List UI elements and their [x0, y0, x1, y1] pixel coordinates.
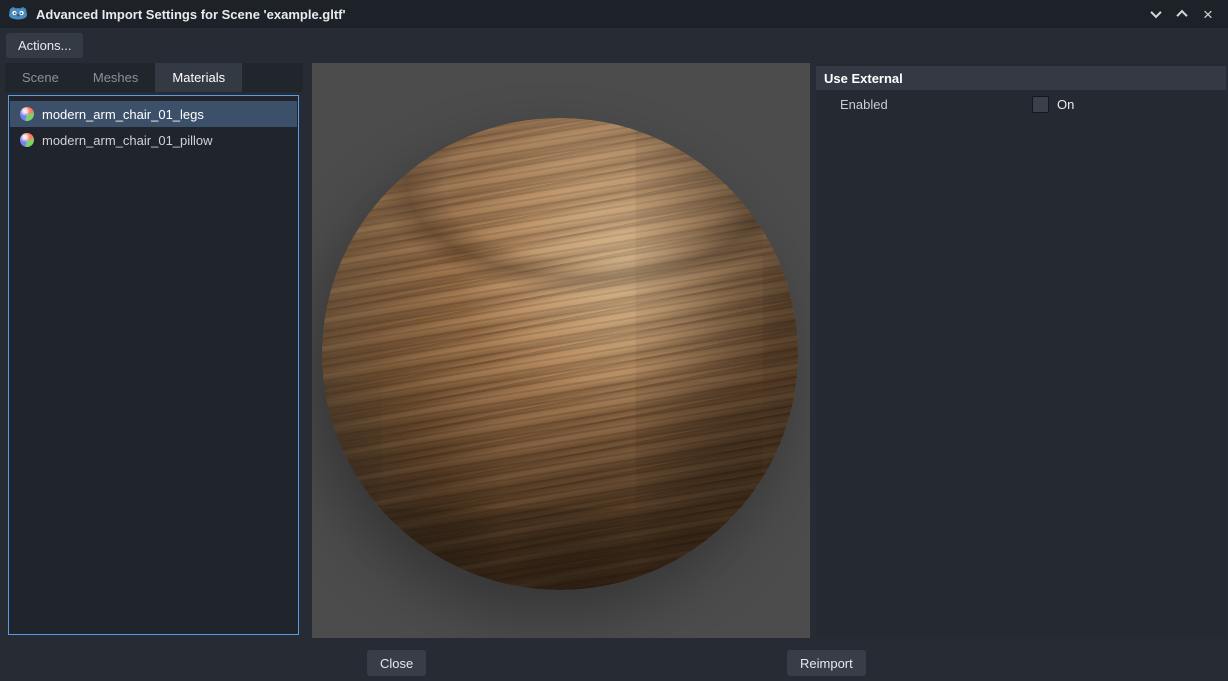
- material-item-label: modern_arm_chair_01_legs: [42, 107, 204, 122]
- chevron-down-icon: [1150, 7, 1161, 18]
- material-item-pillow[interactable]: modern_arm_chair_01_pillow: [10, 127, 297, 153]
- window-controls: ×: [1146, 4, 1228, 24]
- titlebar: Advanced Import Settings for Scene 'exam…: [0, 0, 1228, 28]
- window-title: Advanced Import Settings for Scene 'exam…: [36, 7, 346, 22]
- enabled-property-row: Enabled On: [816, 92, 1226, 118]
- material-item-label: modern_arm_chair_01_pillow: [42, 133, 213, 148]
- enabled-value-label: On: [1057, 97, 1074, 112]
- preview-sphere: [322, 118, 798, 590]
- materials-list-panel: modern_arm_chair_01_legs modern_arm_chai…: [8, 95, 299, 635]
- material-item-legs[interactable]: modern_arm_chair_01_legs: [10, 101, 297, 127]
- material-preview-viewport[interactable]: [312, 63, 810, 638]
- actions-button[interactable]: Actions...: [6, 33, 83, 58]
- maximize-button[interactable]: [1172, 4, 1192, 24]
- material-sphere-icon: [20, 133, 34, 147]
- material-sphere-icon: [20, 107, 34, 121]
- enabled-checkbox[interactable]: [1032, 96, 1049, 113]
- chevron-up-icon: [1176, 10, 1187, 21]
- window-shade-button[interactable]: [1146, 4, 1166, 24]
- close-button[interactable]: Close: [367, 650, 426, 676]
- inspector-panel: Use External Enabled On: [816, 63, 1226, 638]
- godot-logo-icon: [8, 6, 28, 22]
- tab-scene[interactable]: Scene: [5, 63, 76, 92]
- section-title: Use External: [824, 71, 903, 86]
- menubar: Actions...: [0, 28, 1228, 62]
- close-icon: ×: [1203, 6, 1213, 23]
- use-external-section-header[interactable]: Use External: [816, 66, 1226, 90]
- enabled-label: Enabled: [840, 97, 888, 112]
- tab-meshes[interactable]: Meshes: [76, 63, 156, 92]
- tab-bar: Scene Meshes Materials: [5, 63, 303, 92]
- reimport-button[interactable]: Reimport: [787, 650, 866, 676]
- close-window-button[interactable]: ×: [1198, 4, 1218, 24]
- tab-materials[interactable]: Materials: [155, 63, 242, 92]
